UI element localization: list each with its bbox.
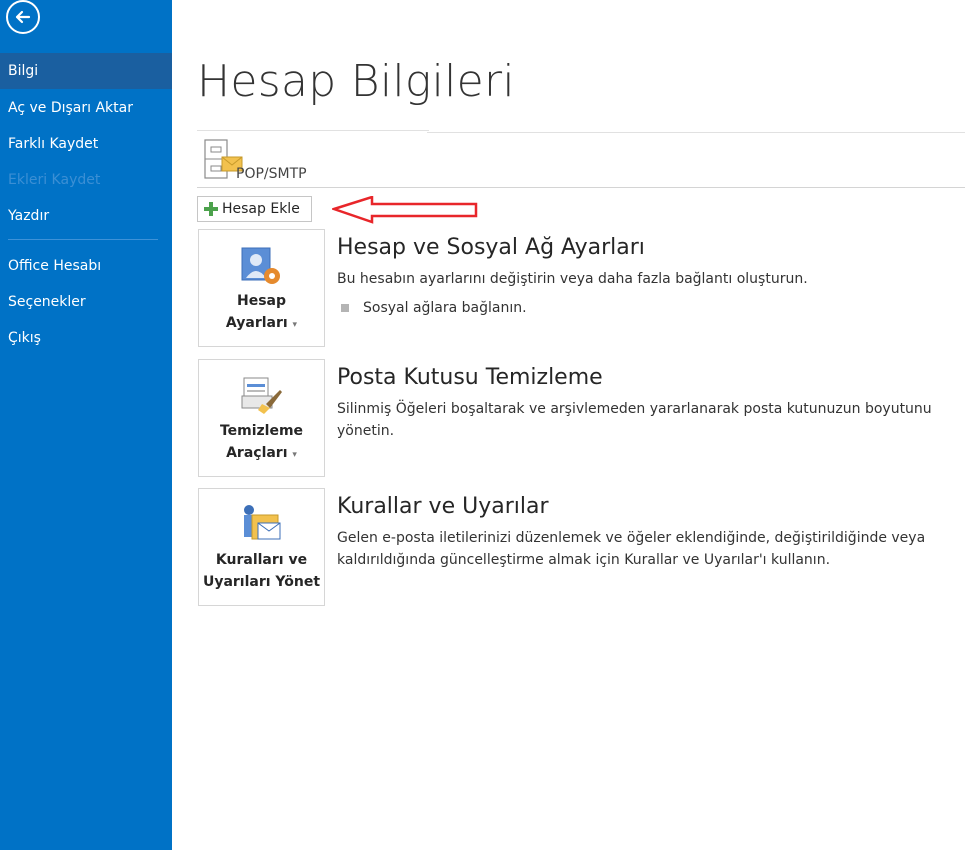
- back-arrow-icon: [15, 10, 31, 24]
- rules-alerts-label: Kuralları ve Uyarıları Yönet: [199, 549, 324, 593]
- add-account-label: Hesap Ekle: [222, 201, 300, 217]
- account-settings-tile[interactable]: Hesap Ayarları ▾: [198, 229, 325, 347]
- rules-alerts-tile[interactable]: Kuralları ve Uyarıları Yönet: [198, 488, 325, 606]
- cleanup-tools-icon: [241, 377, 282, 414]
- account-settings-label: Hesap Ayarları ▾: [199, 290, 324, 336]
- dropdown-caret-icon: ▾: [292, 320, 298, 330]
- nav-item-office-account[interactable]: Office Hesabı: [0, 248, 172, 284]
- tile-label-line1: Hesap: [236, 293, 286, 309]
- section-title: Hesap ve Sosyal Ağ Ayarları: [337, 235, 645, 260]
- nav-item-save-as[interactable]: Farklı Kaydet: [0, 126, 172, 162]
- section-description: Gelen e-posta iletilerinizi düzenlemek v…: [337, 530, 926, 546]
- tile-label-line1: Kuralları ve: [215, 552, 308, 568]
- connect-social-label: Sosyal ağlara bağlanın.: [363, 300, 527, 316]
- section-title: Kurallar ve Uyarılar: [337, 494, 549, 519]
- connect-social-link[interactable]: Sosyal ağlara bağlanın.: [337, 300, 527, 316]
- divider: [427, 132, 965, 133]
- nav-item-print[interactable]: Yazdır: [0, 198, 172, 234]
- cleanup-tools-label: Temizleme Araçları ▾: [199, 420, 324, 466]
- page-title: Hesap Bilgileri: [197, 56, 515, 107]
- plus-icon: [204, 202, 218, 216]
- tile-label-line2: Araçları: [226, 445, 288, 461]
- divider: [197, 130, 429, 131]
- add-account-button[interactable]: Hesap Ekle: [197, 196, 312, 222]
- bullet-icon: [341, 304, 349, 312]
- tile-label-line1: Temizleme: [219, 423, 304, 439]
- nav-divider: [8, 239, 158, 240]
- tile-label-line2: Uyarıları Yönet: [202, 574, 321, 590]
- account-settings-icon: [241, 247, 280, 284]
- section-title: Posta Kutusu Temizleme: [337, 365, 603, 390]
- account-name: POP/SMTP: [236, 166, 307, 182]
- section-description: Silinmiş Öğeleri boşaltarak ve arşivleme…: [337, 401, 932, 417]
- rules-alerts-icon: [244, 505, 281, 540]
- section-description: Bu hesabın ayarlarını değiştirin veya da…: [337, 271, 808, 287]
- cleanup-tools-tile[interactable]: Temizleme Araçları ▾: [198, 359, 325, 477]
- back-button[interactable]: [6, 0, 40, 34]
- tile-label-line2: Ayarları: [225, 315, 288, 331]
- section-description-cont: yönetin.: [337, 423, 395, 439]
- annotation-arrow-icon: [332, 196, 478, 224]
- account-selector[interactable]: POP/SMTP: [197, 130, 965, 188]
- dropdown-caret-icon: ▾: [292, 450, 297, 460]
- backstage-sidebar: Bilgi Aç ve Dışarı Aktar Farklı Kaydet E…: [0, 0, 172, 850]
- nav-item-bilgi[interactable]: Bilgi: [0, 53, 172, 89]
- nav-item-exit[interactable]: Çıkış: [0, 320, 172, 356]
- nav-item-open-export[interactable]: Aç ve Dışarı Aktar: [0, 90, 172, 126]
- section-description-cont: kaldırıldığında güncelleştirme almak içi…: [337, 552, 831, 568]
- nav-item-save-attachments: Ekleri Kaydet: [8, 172, 101, 188]
- divider: [197, 187, 965, 188]
- nav-item-options[interactable]: Seçenekler: [0, 284, 172, 320]
